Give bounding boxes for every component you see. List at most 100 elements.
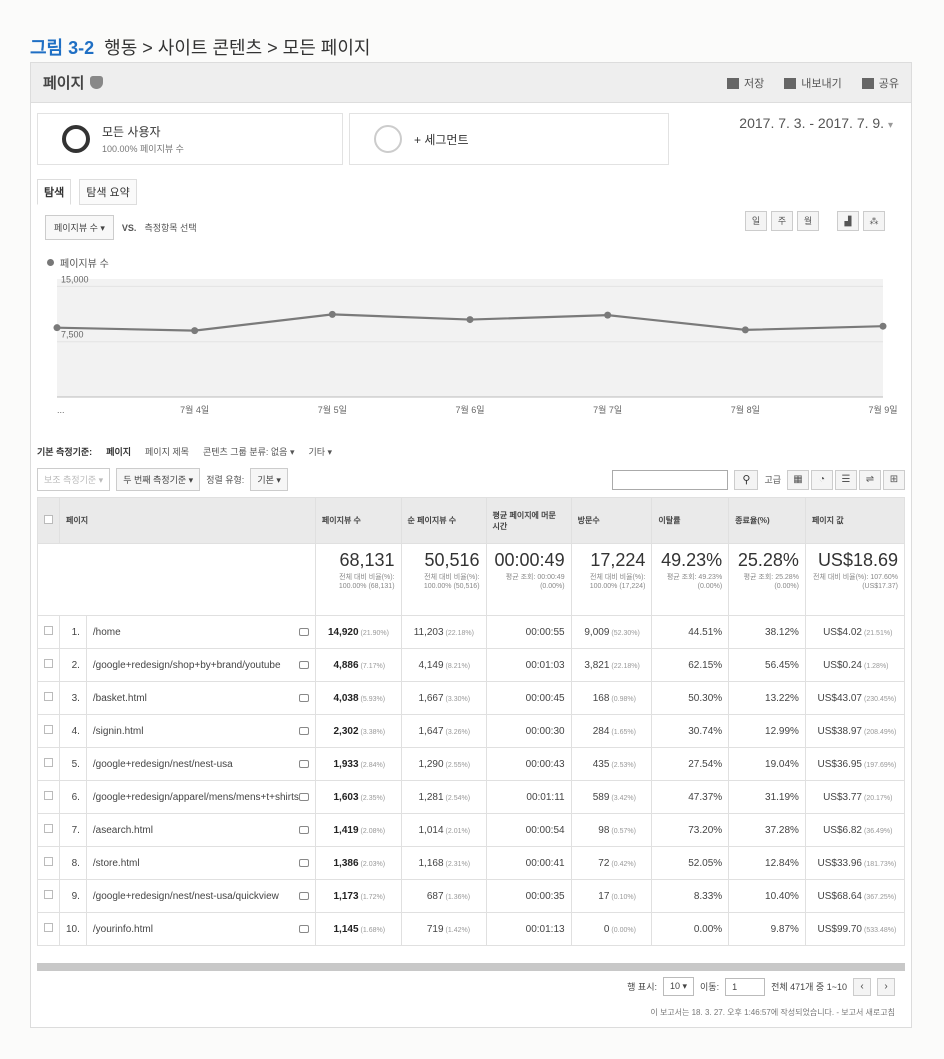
col-header-unique-pageviews[interactable]: 순 페이지뷰 수 — [400, 497, 487, 544]
col-header-page-value[interactable]: 페이지 값 — [804, 497, 906, 544]
select-all-cell[interactable] — [37, 497, 60, 544]
month-button[interactable]: 월 — [797, 211, 819, 231]
open-link-icon[interactable] — [298, 628, 309, 636]
row-checkbox[interactable] — [44, 626, 53, 635]
open-link-icon[interactable] — [298, 892, 309, 900]
next-page-icon[interactable]: › — [877, 977, 895, 996]
col-header-avg-time[interactable]: 평균 페이지에 머문 시간 — [485, 497, 572, 544]
page-link[interactable]: /asearch.html — [93, 825, 153, 836]
open-link-icon[interactable] — [298, 727, 309, 735]
row-checkbox[interactable] — [44, 659, 53, 668]
row-checkbox[interactable] — [44, 791, 53, 800]
export-button[interactable]: 내보내기 — [784, 75, 842, 91]
day-button[interactable]: 일 — [745, 211, 767, 231]
date-range-selector[interactable]: 2017. 7. 3. - 2017. 7. 9. ▾ — [739, 115, 893, 131]
row-checkbox[interactable] — [44, 890, 53, 899]
table-row[interactable]: 8. /store.html 1,386 (2.03%) 1,168 (2.31%) 00:… — [37, 846, 906, 880]
segment-all-users[interactable]: 모든 사용자 100.00% 페이지뷰 수 — [37, 113, 343, 165]
dimension-content-group[interactable]: 콘텐츠 그룹 분류: 없음 ▾ — [203, 445, 295, 458]
add-segment-button[interactable]: + 세그먼트 — [349, 113, 669, 165]
table-row[interactable]: 3. /basket.html 4,038 (5.93%) 1,667 (3.30%) 00… — [37, 681, 906, 715]
open-link-icon[interactable] — [298, 859, 309, 867]
pie-view-icon[interactable]: ◔ — [811, 469, 833, 490]
select-all-checkbox[interactable] — [44, 515, 53, 524]
page-link[interactable]: /yourinfo.html — [93, 924, 153, 935]
row-checkbox[interactable] — [44, 725, 53, 734]
share-button[interactable]: 공유 — [861, 75, 899, 91]
table-row[interactable]: 6. /google+redesign/apparel/mens/mens+t+s… — [37, 780, 906, 814]
pivot-view-icon[interactable]: ⊞ — [883, 469, 905, 490]
line-chart-icon[interactable]: ▟ — [837, 211, 859, 231]
dimension-other[interactable]: 기타 ▾ — [308, 445, 332, 458]
entrances-value: 17 — [598, 890, 610, 902]
dimension-page[interactable]: 페이지 — [106, 445, 131, 458]
row-checkbox[interactable] — [44, 857, 53, 866]
pageviews-value: 14,920 — [327, 626, 359, 638]
avg-time-value: 00:00:41 — [485, 846, 572, 880]
share-icon — [861, 78, 874, 90]
tab-explorer-summary[interactable]: 탐색 요약 — [79, 179, 137, 205]
segment-circle-icon — [62, 125, 90, 153]
table-row[interactable]: 7. /asearch.html 1,419 (2.08%) 1,014 (2.01%) 0… — [37, 813, 906, 847]
week-button[interactable]: 주 — [771, 211, 793, 231]
bar-view-icon[interactable]: ☰ — [835, 469, 857, 490]
unique-pageviews-pct: (8.21%) — [445, 662, 471, 670]
page-value-pct: (20.17%) — [864, 794, 893, 802]
y-tick-label: 7,500 — [61, 330, 84, 340]
table-row[interactable]: 1. /home 14,920 (21.90%) 11,203 (22.18%) 00:00… — [37, 615, 906, 649]
page-link[interactable]: /home — [93, 627, 121, 638]
save-button[interactable]: 저장 — [727, 75, 764, 91]
open-link-icon[interactable] — [298, 826, 309, 834]
col-header-page[interactable]: 페이지 — [59, 497, 316, 544]
pageviews-value: 4,038 — [333, 692, 359, 704]
col-header-pageviews[interactable]: 페이지뷰 수 — [314, 497, 402, 544]
page-link[interactable]: /store.html — [93, 858, 140, 869]
table-row[interactable]: 5./google+redesign/nest/nest-usa 1,933 (2.… — [37, 747, 906, 781]
pageviews-pct: (5.93%) — [360, 695, 386, 703]
table-search-input[interactable] — [612, 469, 729, 490]
table-row[interactable]: 9. /google+redesign/nest/nest-usa/quickvi… — [37, 879, 906, 913]
row-checkbox[interactable] — [44, 824, 53, 833]
open-link-icon[interactable] — [298, 661, 309, 669]
secondary-dimension-faded[interactable]: 보조 측정기준 ▾ — [37, 468, 111, 491]
open-link-icon[interactable] — [298, 760, 309, 768]
col-header-bounce-rate[interactable]: 이탈률 — [651, 497, 730, 544]
row-checkbox[interactable] — [44, 923, 53, 932]
motion-chart-icon[interactable]: ⁂ — [863, 211, 885, 231]
open-link-icon[interactable] — [298, 793, 309, 801]
secondary-dimension-dropdown[interactable]: 두 번째 측정기준 ▾ — [116, 468, 201, 491]
exit-rate-value: 38.12% — [728, 615, 806, 649]
sort-type-dropdown[interactable]: 기본 ▾ — [250, 468, 288, 491]
horizontal-scrollbar[interactable] — [37, 963, 905, 971]
col-header-exit-rate[interactable]: 종료율(%) — [728, 497, 806, 544]
pageviews-value: 1,145 — [333, 923, 359, 935]
grid-view-icon[interactable]: ▦ — [787, 469, 809, 490]
row-checkbox[interactable] — [44, 758, 53, 767]
entrances-value: 168 — [592, 692, 610, 704]
total-entrances: 17,224 — [590, 550, 646, 570]
dimension-page-title[interactable]: 페이지 제목 — [145, 445, 189, 458]
open-link-icon[interactable] — [298, 925, 309, 933]
page-link[interactable]: /google+redesign/nest/nest-usa — [93, 759, 233, 770]
table-row[interactable]: 10. /yourinfo.html 1,145 (1.68%) 719 (1.42%) 0… — [37, 912, 906, 946]
metric-dropdown[interactable]: 페이지뷰 수 ▾ — [45, 215, 114, 240]
prev-page-icon[interactable]: ‹ — [853, 977, 871, 996]
page-link[interactable]: /google+redesign/apparel/mens/mens+t+shi… — [93, 792, 299, 803]
table-row[interactable]: 2. /google+redesign/shop+by+brand/youtube… — [37, 648, 906, 682]
rows-per-page-select[interactable]: 10 ▾ — [662, 977, 695, 996]
goto-page-input[interactable]: 1 — [725, 977, 766, 996]
search-icon[interactable]: ⚲ — [734, 469, 759, 490]
row-checkbox[interactable] — [44, 692, 53, 701]
tab-explorer[interactable]: 탐색 — [37, 179, 72, 205]
col-header-entrances[interactable]: 방문수 — [570, 497, 653, 544]
page-link[interactable]: /google+redesign/nest/nest-usa/quickview — [93, 891, 279, 902]
page-link[interactable]: /google+redesign/shop+by+brand/youtube — [93, 660, 281, 671]
segment-empty-circle-icon — [374, 125, 402, 153]
page-link[interactable]: /basket.html — [93, 693, 147, 704]
table-row[interactable]: 4. /signin.html 2,302 (3.38%) 1,647 (3.26%) 00… — [37, 714, 906, 748]
advanced-filter-link[interactable]: 고급 — [764, 473, 781, 486]
open-link-icon[interactable] — [298, 694, 309, 702]
compare-view-icon[interactable]: ⇌ — [859, 469, 881, 490]
choose-metric-link[interactable]: 측정항목 선택 — [144, 221, 196, 234]
page-link[interactable]: /signin.html — [93, 726, 144, 737]
